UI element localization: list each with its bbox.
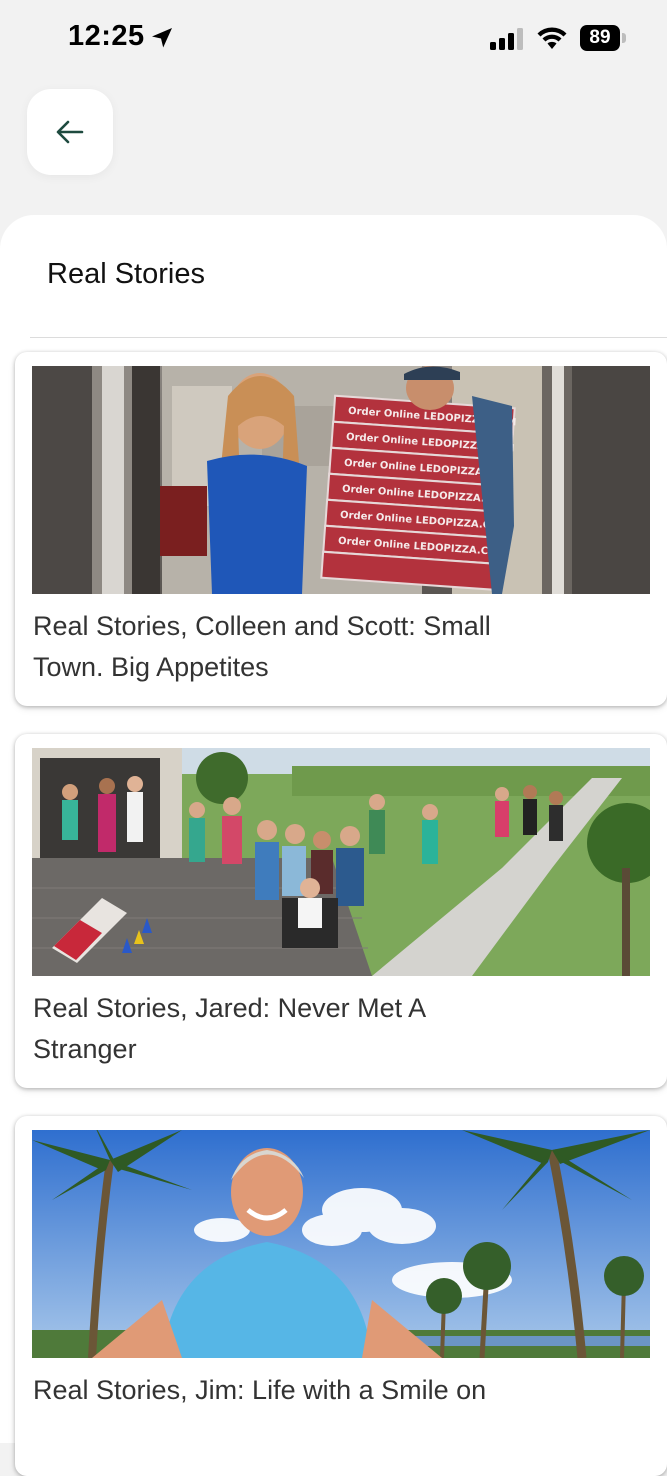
battery-nub [622,33,626,43]
page-title: Real Stories [47,258,205,290]
battery-icon: 89 [580,25,626,51]
story-image-community-gathering [32,748,650,976]
story-title: Real Stories, Colleen and Scott: Small T… [33,611,491,682]
story-card-colleen-scott[interactable]: Order Online LEDOPIZZA.COM Order Online … [15,352,667,706]
wifi-icon [537,27,567,49]
story-title: Real Stories, Jim: Life with a Smile on [33,1375,487,1405]
story-image-pizza-kitchen: Order Online LEDOPIZZA.COM Order Online … [32,366,650,594]
status-time: 12:25 [68,20,145,52]
story-card-jared[interactable]: Real Stories, Jared: Never Met A Strange… [15,734,667,1088]
battery-level: 89 [589,27,611,48]
story-card-jim[interactable]: Real Stories, Jim: Life with a Smile on [15,1116,667,1476]
cellular-signal-icon [490,28,523,50]
story-image-palm-trees-portrait [32,1130,650,1358]
location-arrow-icon [152,28,172,48]
story-title: Real Stories, Jared: Never Met A Strange… [33,993,425,1064]
title-divider [30,337,667,338]
arrow-left-icon [56,120,84,144]
back-button[interactable] [27,89,113,175]
status-bar: 12:25 89 [0,0,667,78]
